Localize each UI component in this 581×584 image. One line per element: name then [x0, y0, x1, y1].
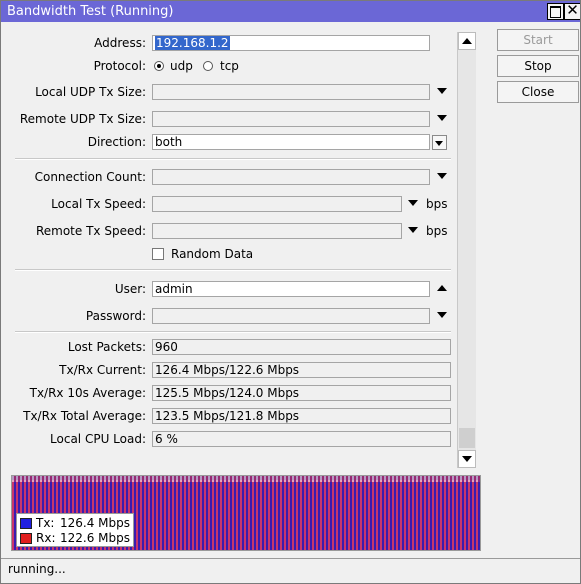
form-scrollbar[interactable] [457, 32, 476, 468]
txrx-10s-average-label: Tx/Rx 10s Average: [29, 386, 146, 400]
protocol-tcp-label: tcp [220, 59, 239, 73]
window-title: Bandwidth Test (Running) [7, 4, 174, 19]
connection-count-field[interactable] [152, 169, 430, 185]
dropdown-up-arrow-icon[interactable] [437, 285, 447, 291]
close-window-button[interactable]: ✕ [564, 1, 580, 20]
direction-dropdown-button[interactable] [432, 135, 447, 150]
local-tx-speed-label: Local Tx Speed: [51, 197, 146, 211]
protocol-udp-radio[interactable] [154, 61, 164, 71]
scroll-up-button[interactable] [458, 32, 476, 50]
start-button[interactable]: Start [497, 29, 579, 51]
local-udp-tx-size-dropdown-icon[interactable] [437, 88, 447, 94]
graph-legend: Tx: 126.4 Mbps Rx: 122.6 Mbps [16, 513, 134, 547]
remote-tx-speed-field[interactable] [152, 223, 402, 239]
protocol-label: Protocol: [93, 59, 146, 73]
txrx-current-label: Tx/Rx Current: [59, 363, 146, 377]
local-udp-tx-size-label: Local UDP Tx Size: [35, 85, 146, 99]
password-label: Password: [85, 309, 146, 323]
txrx-current-value: 126.4 Mbps/122.6 Mbps [152, 362, 451, 378]
separator [15, 269, 451, 271]
user-label: User: [114, 282, 146, 296]
close-icon: ✕ [566, 1, 579, 19]
local-udp-tx-size-field[interactable] [152, 84, 430, 100]
lost-packets-label: Lost Packets: [67, 340, 146, 354]
direction-select[interactable]: both [152, 134, 430, 150]
connection-count-dropdown-icon[interactable] [437, 173, 447, 179]
address-field[interactable]: 192.168.1.2 [152, 35, 430, 51]
scroll-up-icon [462, 38, 472, 44]
local-tx-speed-unit: bps [426, 197, 448, 211]
separator [15, 158, 451, 160]
scroll-down-icon [462, 456, 472, 462]
txrx-total-average-value: 123.5 Mbps/121.8 Mbps [152, 408, 451, 424]
txrx-total-average-label: Tx/Rx Total Average: [23, 409, 146, 423]
local-tx-speed-dropdown-icon[interactable] [408, 200, 418, 206]
legend-rx-value: 122.6 Mbps [60, 531, 131, 545]
graph-top-edge [12, 476, 480, 482]
scroll-down-button[interactable] [458, 450, 476, 468]
scroll-thumb[interactable] [459, 428, 475, 448]
random-data-checkbox[interactable] [152, 248, 164, 260]
direction-label: Direction: [87, 135, 146, 149]
remote-udp-tx-size-field[interactable] [152, 111, 430, 127]
maximize-button[interactable] [547, 3, 564, 20]
lost-packets-value: 960 [152, 339, 451, 355]
close-button[interactable]: Close [497, 81, 579, 103]
address-label: Address: [94, 36, 146, 50]
remote-udp-tx-size-label: Remote UDP Tx Size: [19, 112, 146, 126]
remote-tx-speed-label: Remote Tx Speed: [35, 224, 146, 238]
remote-tx-speed-dropdown-icon[interactable] [408, 227, 418, 233]
legend-tx-value: 126.4 Mbps [60, 516, 131, 530]
status-bar: running... [1, 558, 580, 583]
txrx-10s-average-value: 125.5 Mbps/124.0 Mbps [152, 385, 451, 401]
stop-button[interactable]: Stop [497, 55, 579, 77]
remote-tx-speed-unit: bps [426, 224, 448, 238]
user-field[interactable]: admin [152, 281, 430, 297]
random-data-label: Random Data [171, 247, 254, 261]
remote-udp-tx-size-dropdown-icon[interactable] [437, 115, 447, 121]
protocol-udp-label: udp [170, 59, 193, 73]
rx-swatch [20, 533, 32, 544]
password-dropdown-icon[interactable] [437, 312, 447, 318]
address-value: 192.168.1.2 [155, 36, 230, 50]
legend-rx-key: Rx: [36, 531, 56, 545]
legend-tx-key: Tx: [36, 516, 55, 530]
status-text: running... [8, 562, 66, 576]
title-bar[interactable]: Bandwidth Test (Running) ✕ [1, 1, 580, 22]
protocol-tcp-radio[interactable] [203, 61, 213, 71]
local-cpu-load-value: 6 % [152, 431, 451, 447]
bandwidth-graph: Tx: 126.4 Mbps Rx: 122.6 Mbps [11, 475, 481, 551]
bandwidth-test-window: Bandwidth Test (Running) ✕ Address: 192.… [0, 0, 581, 584]
local-tx-speed-field[interactable] [152, 196, 402, 212]
connection-count-label: Connection Count: [34, 170, 146, 184]
password-field[interactable] [152, 308, 430, 324]
local-cpu-load-label: Local CPU Load: [50, 432, 146, 446]
tx-swatch [20, 518, 32, 529]
separator [15, 331, 451, 333]
chevron-down-icon [435, 141, 443, 146]
